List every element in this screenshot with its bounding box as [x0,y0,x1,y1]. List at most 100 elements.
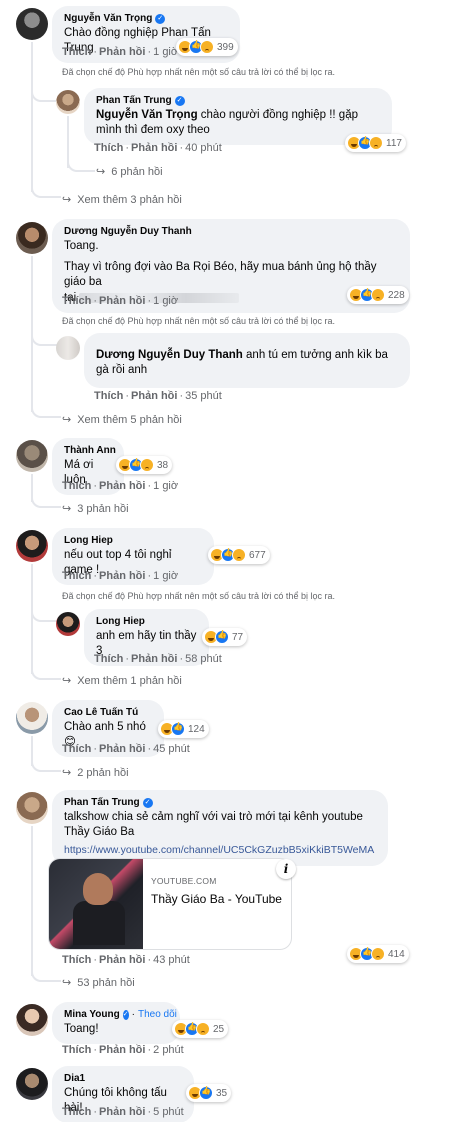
avatar[interactable] [56,90,80,114]
separator: · [147,1044,152,1056]
timestamp[interactable]: 5 phút [153,1106,184,1118]
reply-button[interactable]: Phản hồi [131,653,177,665]
sad-icon [232,548,246,562]
separator: · [147,295,152,307]
mention-link[interactable]: Nguyễn Văn Trọng [96,109,198,121]
comment-text: Toang. [64,240,99,252]
separator: · [93,295,98,307]
timestamp[interactable]: 1 giờ [153,570,178,582]
thread-line [67,116,69,168]
thread-line [31,564,33,674]
like-button[interactable]: Thích [62,295,91,307]
timestamp[interactable]: 2 phút [153,1044,184,1056]
avatar[interactable] [16,222,48,254]
reply-author[interactable]: Phan Tấn Trung ✓ [96,94,380,107]
like-button[interactable]: Thích [94,142,123,154]
separator: · [147,1106,152,1118]
preview-title[interactable]: Thầy Giáo Ba - YouTube [151,892,282,906]
timestamp[interactable]: 1 giờ [153,46,178,58]
reply-button[interactable]: Phản hồi [99,1044,145,1056]
view-more-replies-link[interactable]: ↪ Xem thêm 5 phản hồi [62,413,182,427]
like-icon [199,1086,213,1100]
thread-branch [31,90,57,102]
reply-button[interactable]: Phản hồi [131,390,177,402]
like-button[interactable]: Thích [62,1106,91,1118]
verified-icon: ✓ [142,797,153,808]
avatar[interactable] [16,702,48,734]
reply-text: Nguyễn Văn Trọng chào người đồng nghiệp … [96,109,358,136]
view-more-replies-link[interactable]: ↪ Xem thêm 3 phản hồi [62,193,182,207]
thread-line [31,826,33,976]
reply-button[interactable]: Phản hồi [99,954,145,966]
comment-author[interactable]: Long Hiep [64,534,202,547]
separator: · [93,743,98,755]
view-replies-link[interactable]: ↪ 2 phản hồi [62,766,129,780]
view-more-replies-link[interactable]: ↪ Xem thêm 1 phản hồi [62,674,182,688]
view-replies-link[interactable]: ↪ 53 phản hồi [62,976,135,990]
timestamp[interactable]: 45 phút [153,743,190,755]
reply-button[interactable]: Phản hồi [99,1106,145,1118]
comment-author[interactable]: Thành Ann [64,444,116,457]
link-preview-card[interactable]: YOUTUBE.COM Thầy Giáo Ba - YouTube [48,858,292,950]
youtube-link[interactable]: https://www.youtube.com/channel/UC5CkGZu… [64,843,376,858]
info-icon[interactable]: i [276,859,296,879]
avatar[interactable] [16,1068,48,1100]
reply-button[interactable]: Phản hồi [131,142,177,154]
comment-actions: Thích · Phản hồi · 5 phút [62,1105,184,1119]
comment-author[interactable]: Nguyễn Văn Trọng ✓ [64,12,228,25]
reply-button[interactable]: Phản hồi [99,46,145,58]
like-button[interactable]: Thích [94,390,123,402]
like-button[interactable]: Thích [94,653,123,665]
avatar[interactable] [56,612,80,636]
thread-branch [31,610,57,622]
reaction-count: 124 [188,723,205,735]
like-button[interactable]: Thích [62,1044,91,1056]
reply-button[interactable]: Phản hồi [99,295,145,307]
timestamp[interactable]: 43 phút [153,954,190,966]
avatar[interactable] [16,1004,48,1036]
reactions-summary[interactable]: 77 [202,628,248,646]
reply-button[interactable]: Phản hồi [99,480,145,492]
reactions-summary[interactable]: 228 [347,286,409,304]
timestamp[interactable]: 1 giờ [153,295,178,307]
reply-button[interactable]: Phản hồi [99,570,145,582]
reactions-summary[interactable]: 124 [158,720,209,738]
view-replies-link[interactable]: ↪ 6 phản hồi [96,165,163,179]
separator: · [147,954,152,966]
like-button[interactable]: Thích [62,570,91,582]
like-button[interactable]: Thích [62,480,91,492]
like-button[interactable]: Thích [62,954,91,966]
reactions-summary[interactable]: 38 [116,456,173,474]
timestamp[interactable]: 1 giờ [153,480,178,492]
reply-button[interactable]: Phản hồi [99,743,145,755]
timestamp[interactable]: 58 phút [185,653,222,665]
timestamp[interactable]: 35 phút [185,390,222,402]
reactions-summary[interactable]: 117 [345,134,406,152]
avatar[interactable] [16,792,48,824]
thread-branch [67,162,95,172]
sad-icon [371,947,385,961]
like-button[interactable]: Thích [62,743,91,755]
like-button[interactable]: Thích [62,46,91,58]
comment-author[interactable]: Mina Young ✓ · Theo dõi [64,1008,177,1021]
reply-author[interactable]: Long Hiep [96,615,197,628]
reactions-summary[interactable]: 399 [176,38,238,56]
comment-author[interactable]: Cao Lê Tuấn Tú [64,706,152,719]
reactions-summary[interactable]: 414 [347,945,409,963]
preview-site: YOUTUBE.COM [151,876,217,886]
avatar[interactable] [16,440,48,472]
reaction-count: 414 [388,948,405,960]
avatar[interactable] [16,530,48,562]
comment-author[interactable]: Phan Tấn Trung ✓ [64,796,376,809]
mention-link[interactable]: Dương Nguyễn Duy Thanh [96,349,243,361]
avatar[interactable] [56,336,80,360]
comment-author[interactable]: Dia1 [64,1072,182,1085]
reactions-summary[interactable]: 25 [172,1020,229,1038]
reactions-summary[interactable]: 677 [208,546,270,564]
follow-button[interactable]: Theo dõi [138,1008,177,1021]
reactions-summary[interactable]: 35 [186,1084,232,1102]
timestamp[interactable]: 40 phút [185,142,222,154]
comment-author[interactable]: Dương Nguyễn Duy Thanh [64,225,398,238]
view-replies-link[interactable]: ↪ 3 phản hồi [62,502,129,516]
avatar[interactable] [16,8,48,40]
